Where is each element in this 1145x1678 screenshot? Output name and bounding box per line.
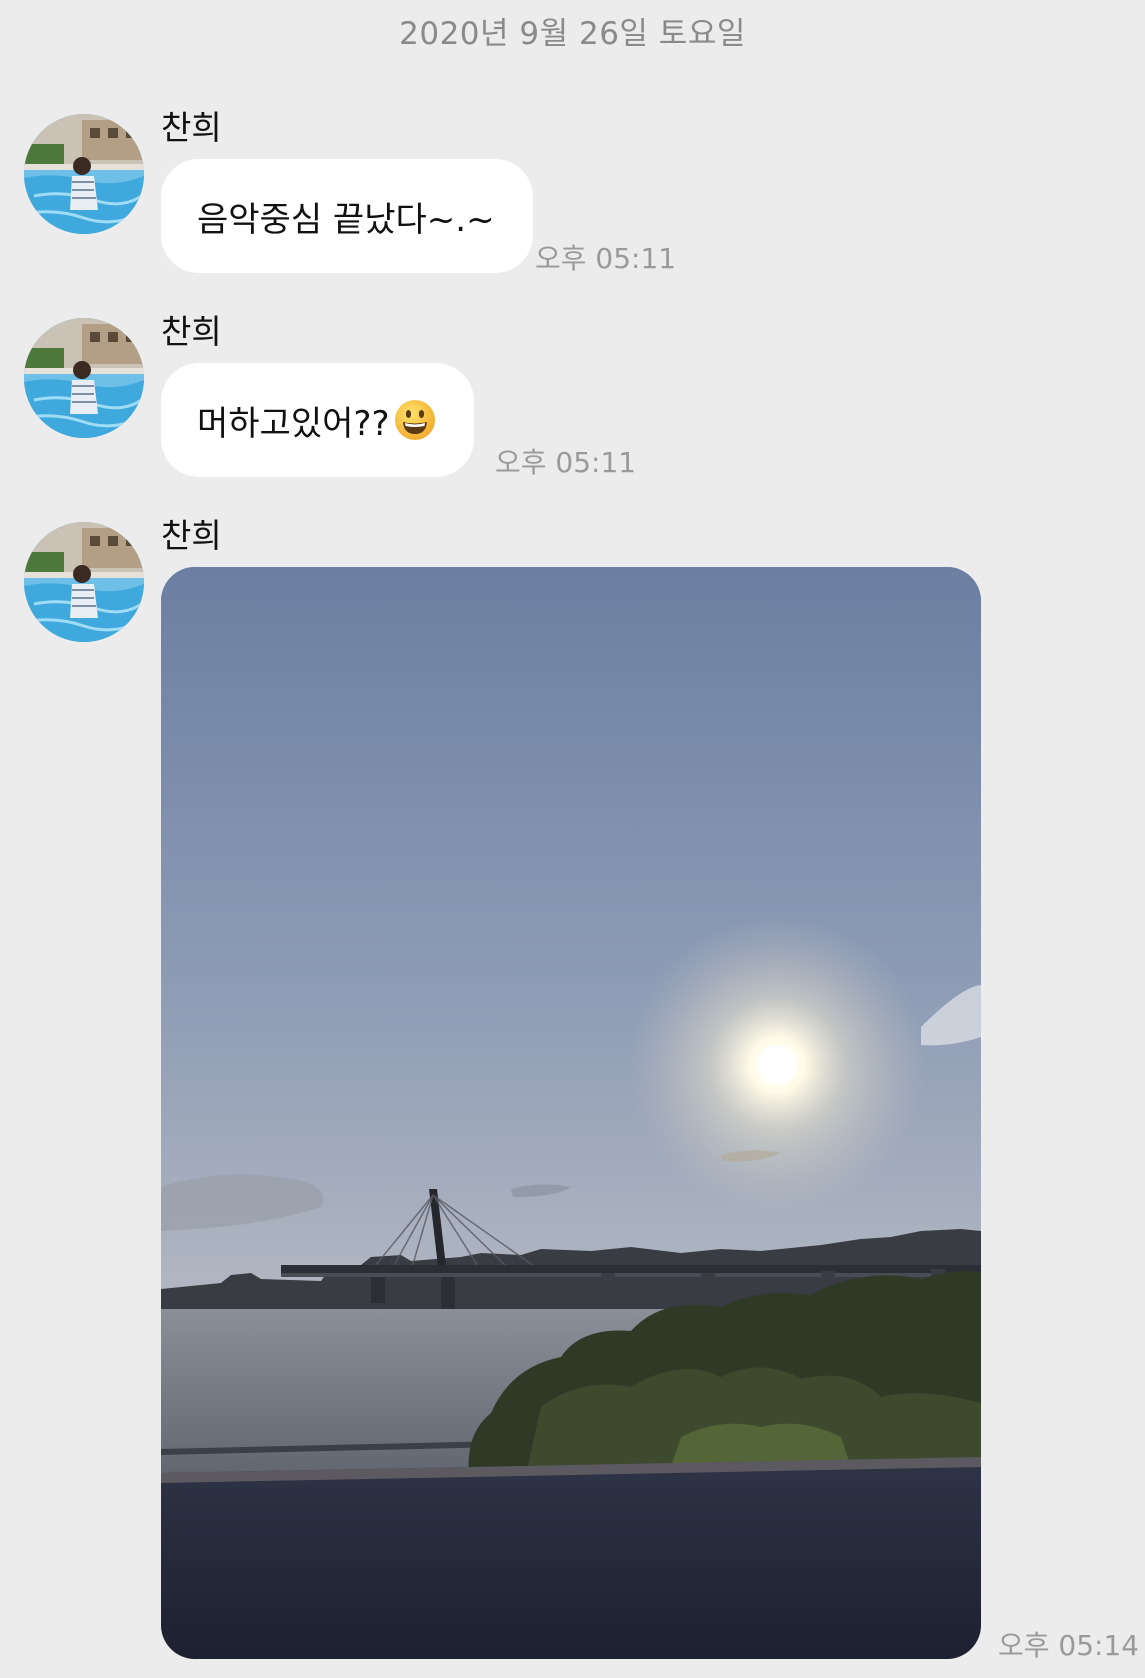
avatar[interactable]: [24, 114, 144, 234]
photo-message[interactable]: [161, 567, 981, 1659]
message-time: 오후 05:11: [495, 446, 637, 479]
grinning-face-emoji-icon: [394, 400, 435, 440]
sender-name: 찬희: [161, 312, 222, 351]
message-text: 머하고있어??: [197, 403, 390, 444]
sender-name: 찬희: [161, 108, 222, 147]
avatar[interactable]: [24, 522, 144, 642]
message-text: 음악중심 끝났다~.~: [197, 199, 495, 240]
message-time: 오후 05:11: [535, 242, 677, 275]
message-bubble[interactable]: 음악중심 끝났다~.~: [161, 159, 533, 273]
date-divider: 2020년 9월 26일 토요일: [399, 16, 746, 52]
avatar[interactable]: [24, 318, 144, 438]
message-time: 오후 05:14: [998, 1629, 1140, 1662]
sunset-river-bridge-photo: [161, 567, 981, 1659]
message-bubble[interactable]: 머하고있어??: [161, 363, 474, 477]
sender-name: 찬희: [161, 516, 222, 555]
